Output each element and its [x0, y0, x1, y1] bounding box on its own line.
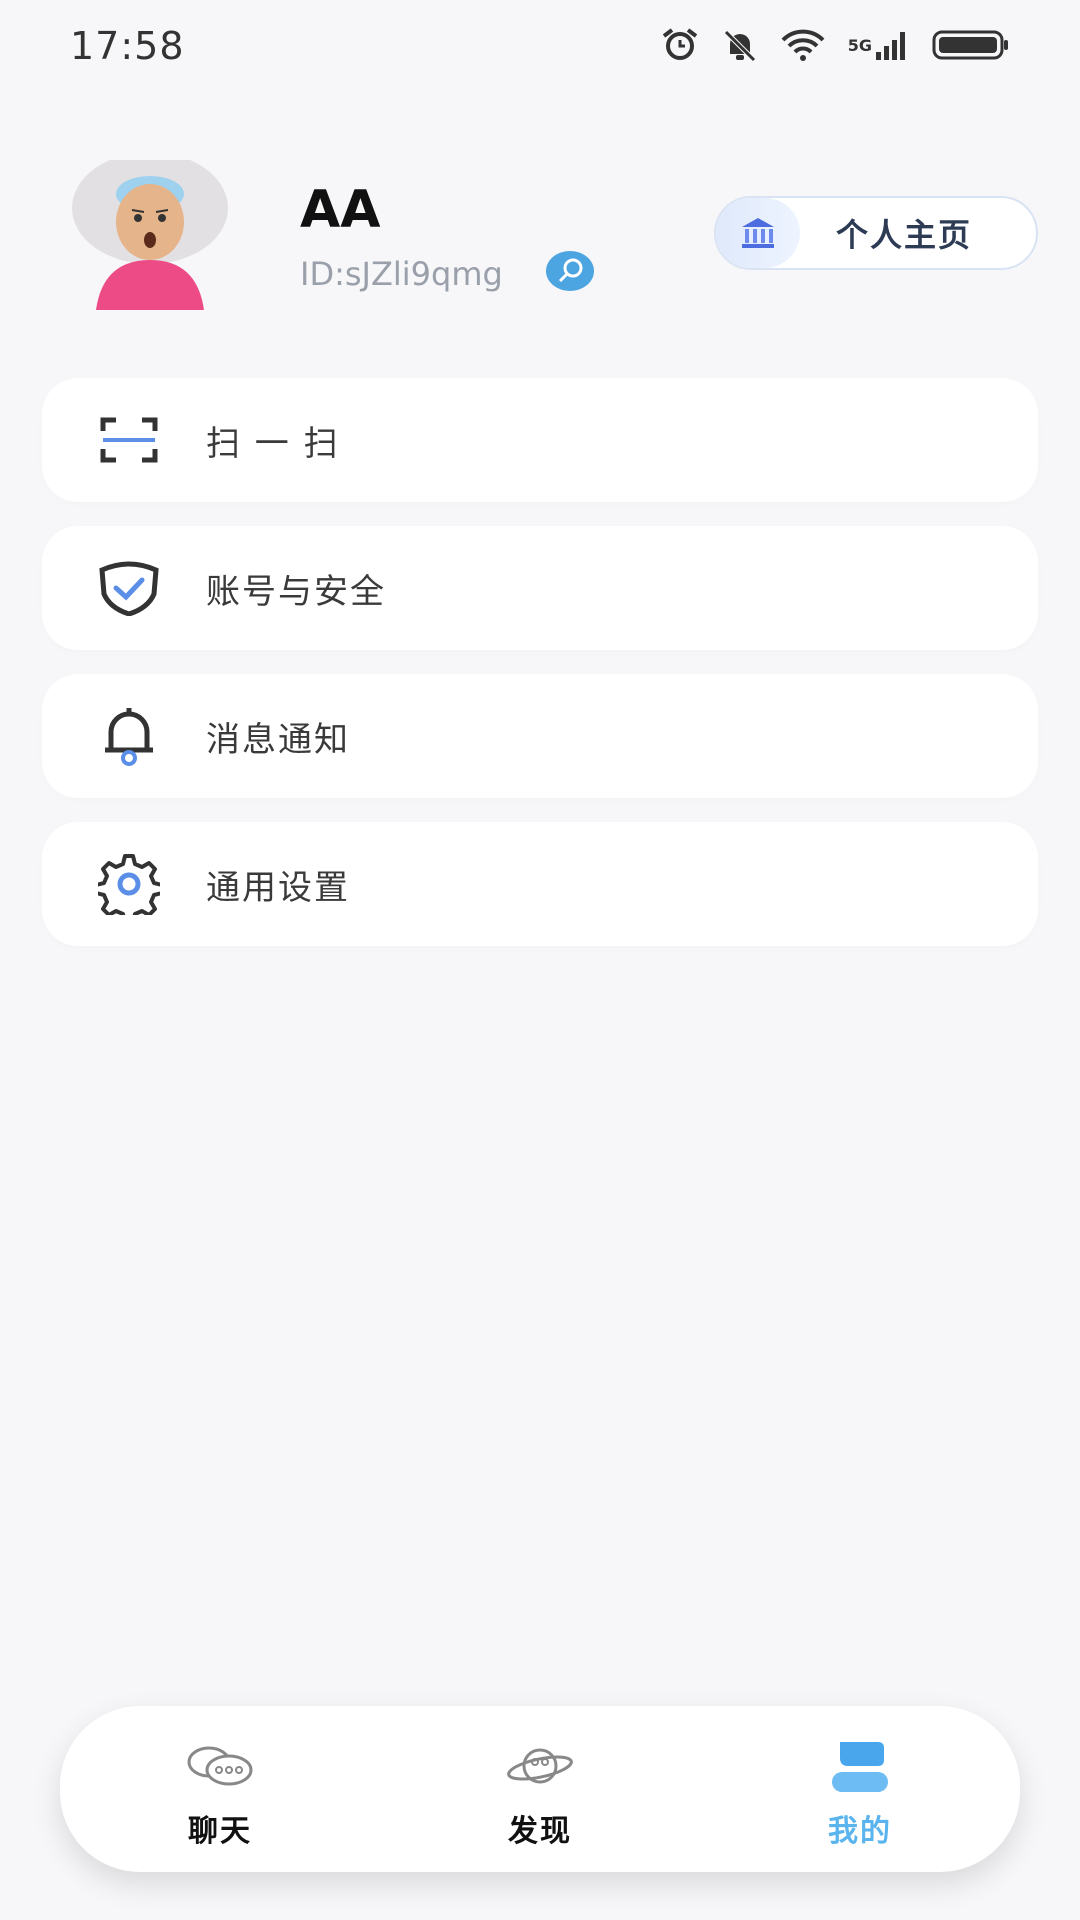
menu-item-account-security[interactable]: 账号与安全 [42, 526, 1038, 650]
user-icon [820, 1736, 900, 1796]
tab-discover[interactable]: 发现 [380, 1706, 700, 1872]
bank-icon [716, 198, 800, 268]
personal-homepage-label: 个人主页 [836, 216, 973, 254]
menu-item-general-settings[interactable]: 通用设置 [42, 822, 1038, 946]
battery-icon [932, 28, 1010, 62]
tab-chat[interactable]: 聊天 [60, 1706, 380, 1872]
status-icons: 5G [660, 28, 1010, 62]
wifi-icon [780, 28, 826, 62]
shield-check-icon [94, 553, 164, 623]
planet-icon [500, 1736, 580, 1796]
gear-icon [94, 849, 164, 919]
menu-item-scan[interactable]: 扫 一 扫 [42, 378, 1038, 502]
chat-icon [180, 1736, 260, 1796]
avatar[interactable] [58, 152, 248, 320]
menu-label-account-security: 账号与安全 [206, 571, 386, 612]
scan-icon [94, 405, 164, 475]
user-id: ID:sJZli9qmg [300, 255, 503, 293]
menu-label-scan: 扫 一 扫 [206, 423, 340, 464]
mute-icon [722, 28, 758, 62]
personal-homepage-button[interactable]: 个人主页 [714, 196, 1038, 270]
menu-label-notifications: 消息通知 [206, 719, 350, 760]
signal-icon: 5G [848, 28, 910, 62]
bottom-tab-bar: 聊天 发现 我的 [60, 1706, 1020, 1872]
status-time: 17:58 [70, 24, 185, 68]
status-bar: 17:58 5G [0, 0, 1080, 100]
tab-label-mine: 我的 [828, 1814, 892, 1849]
tab-label-discover: 发现 [508, 1814, 572, 1849]
user-name: AA [300, 180, 381, 240]
alarm-icon [660, 28, 700, 62]
copy-id-icon[interactable] [545, 250, 595, 292]
bell-icon [94, 701, 164, 771]
tab-mine[interactable]: 我的 [700, 1706, 1020, 1872]
tab-label-chat: 聊天 [188, 1814, 252, 1849]
network-label: 5G [847, 35, 872, 55]
settings-menu: 扫 一 扫 账号与安全 消息通知 通用设置 [42, 378, 1038, 970]
profile-header: AA ID:sJZli9qmg 个人主页 [0, 150, 1080, 330]
menu-label-general-settings: 通用设置 [206, 867, 350, 908]
menu-item-notifications[interactable]: 消息通知 [42, 674, 1038, 798]
